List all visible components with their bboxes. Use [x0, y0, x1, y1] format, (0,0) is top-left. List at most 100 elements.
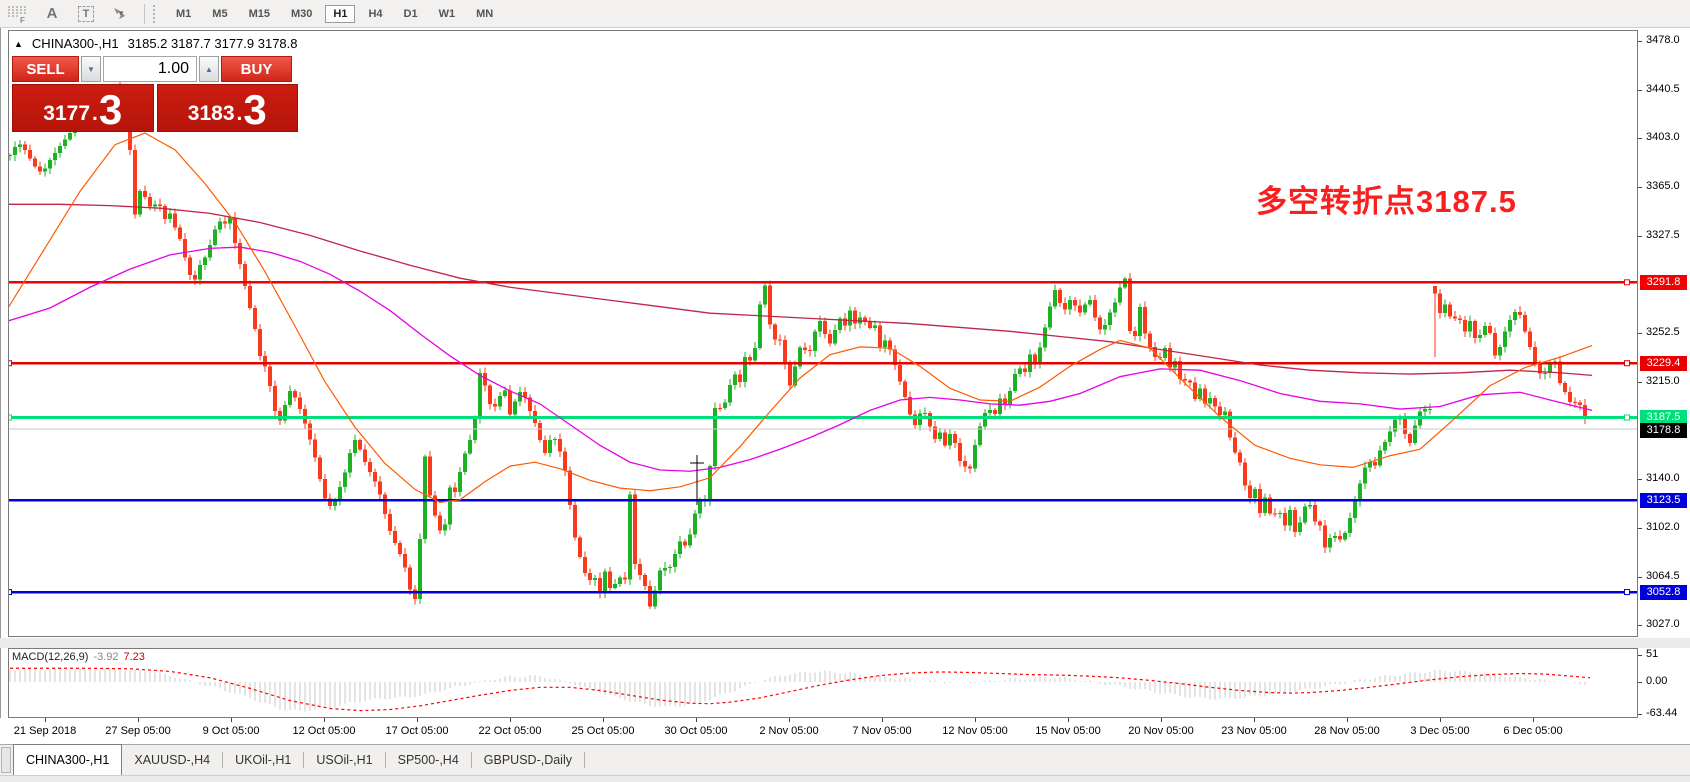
candle-body: [1118, 287, 1122, 302]
volume-decrement-button[interactable]: ▼: [81, 56, 101, 82]
timeframe-m15-button[interactable]: M15: [241, 5, 278, 23]
price-tick: [1638, 577, 1642, 578]
candle-body: [348, 453, 352, 472]
tab-gbpusd-daily[interactable]: GBPUSD-,Daily: [472, 745, 584, 775]
candle-body: [1453, 317, 1457, 319]
time-tick: [975, 718, 976, 722]
candle-body: [1463, 320, 1467, 332]
hline-handle[interactable]: [1625, 361, 1630, 366]
candle-body: [1288, 510, 1292, 525]
candle-body: [723, 403, 727, 409]
sell-button[interactable]: SELL: [12, 56, 79, 82]
buy-price-display[interactable]: 3183.3: [157, 84, 299, 132]
chart-ohlc-values: 3185.2 3187.7 3177.9 3178.8: [128, 36, 298, 51]
timeframe-m5-button[interactable]: M5: [204, 5, 235, 23]
hline-handle[interactable]: [1625, 590, 1630, 595]
collapse-triangle-icon[interactable]: ▲: [14, 39, 23, 49]
text-box-tool-icon[interactable]: T: [76, 3, 96, 25]
timeframe-m1-button[interactable]: M1: [168, 5, 199, 23]
timeframe-w1-button[interactable]: W1: [431, 5, 464, 23]
tab-china300-h1[interactable]: CHINA300-,H1: [13, 744, 122, 775]
price-tick: [1638, 236, 1642, 237]
candle-body: [648, 586, 652, 607]
candle-body: [1543, 373, 1547, 374]
candle-body: [1303, 506, 1307, 522]
timeframe-h4-button[interactable]: H4: [360, 5, 390, 23]
candle-body: [1143, 307, 1147, 333]
candle-body: [1023, 368, 1027, 371]
hline-handle[interactable]: [1625, 280, 1630, 285]
tab-ukoil-h1[interactable]: UKOil-,H1: [223, 745, 303, 775]
candle-body: [1513, 312, 1517, 320]
candle-body: [853, 311, 857, 324]
text-label-tool-icon[interactable]: A: [42, 3, 62, 25]
chart-tab-bar: CHINA300-,H1XAUUSD-,H4UKOil-,H1USOil-,H1…: [0, 744, 1690, 775]
macd-name: MACD(12,26,9): [12, 651, 88, 663]
time-tick-label: 3 Dec 05:00: [1410, 725, 1469, 737]
timeframe-d1-button[interactable]: D1: [396, 5, 426, 23]
time-tick: [1161, 718, 1162, 722]
pane-splitter[interactable]: [0, 638, 1690, 648]
candle-body: [268, 367, 272, 386]
candle-body: [498, 396, 502, 406]
fibonacci-tool-icon[interactable]: F: [8, 3, 28, 25]
time-tick-label: 28 Nov 05:00: [1314, 725, 1379, 737]
time-axis[interactable]: 21 Sep 201827 Sep 05:009 Oct 05:0012 Oct…: [0, 718, 1690, 744]
candle-body: [563, 451, 567, 470]
candle-body: [1073, 300, 1077, 305]
candle-body: [223, 222, 227, 224]
tab-usoil-h1[interactable]: USOil-,H1: [304, 745, 384, 775]
tab-xauusd-h4[interactable]: XAUUSD-,H4: [122, 745, 222, 775]
candle-body: [933, 426, 937, 439]
candle-body: [1568, 392, 1572, 402]
time-tick-label: 20 Nov 05:00: [1128, 725, 1193, 737]
candle-body: [1328, 538, 1332, 548]
arrows-tool-icon[interactable]: ▼: [110, 3, 130, 25]
time-tick: [510, 718, 511, 722]
tab-separator: [584, 752, 585, 768]
candle-body: [1508, 320, 1512, 332]
macd-indicator-pane[interactable]: [8, 648, 1638, 718]
candle-body: [173, 213, 177, 227]
sell-price-display[interactable]: 3177.3: [12, 84, 154, 132]
candle-body: [138, 191, 142, 215]
tab-sp500-h4[interactable]: SP500-,H4: [386, 745, 471, 775]
candle-body: [783, 340, 787, 364]
candle-body: [208, 245, 212, 258]
chart-text-annotation[interactable]: 多空转折点3187.5: [1256, 176, 1517, 221]
buy-button[interactable]: BUY: [221, 56, 292, 82]
hline-handle[interactable]: [1625, 415, 1630, 420]
candle-body: [473, 419, 477, 440]
candle-body: [913, 414, 917, 425]
candle-body: [578, 537, 582, 556]
price-tick: [1638, 528, 1642, 529]
candle-body: [513, 401, 517, 414]
candle-body: [1483, 326, 1487, 335]
price-axis[interactable]: 3478.03440.53403.03365.03327.53252.53215…: [1638, 28, 1690, 718]
volume-increment-button[interactable]: ▲: [199, 56, 219, 82]
timeframe-h1-button[interactable]: H1: [325, 5, 355, 23]
candle-body: [293, 391, 297, 397]
timeframe-mn-button[interactable]: MN: [468, 5, 501, 23]
candle-body: [1063, 303, 1067, 309]
candle-body: [1488, 326, 1492, 333]
time-tick-label: 17 Oct 05:00: [386, 725, 449, 737]
candle-body: [1563, 383, 1567, 392]
candle-body: [63, 140, 67, 146]
candle-body: [433, 495, 437, 515]
chart-symbol-period: CHINA300-,H1: [32, 36, 119, 51]
timeframe-m30-button[interactable]: M30: [283, 5, 320, 23]
macd-scale-tick: [1638, 682, 1642, 683]
price-badge-3229.4: 3229.4: [1640, 356, 1687, 371]
volume-input[interactable]: [103, 56, 197, 82]
candle-body: [623, 578, 627, 580]
candle-body: [988, 410, 992, 413]
toolbar-grip[interactable]: [153, 5, 160, 23]
price-tick-label: 3140.0: [1646, 472, 1680, 484]
trading-platform-window: F A T ▼ M1 M5 M15 M30 H1 H4 D1 W1MN ▲ CHINA300-…: [0, 0, 1690, 782]
candle-body: [458, 472, 462, 492]
drawing-tools-group: F A T ▼: [0, 3, 130, 25]
candle-body: [758, 305, 762, 348]
tab-scroll-stub[interactable]: [1, 747, 11, 773]
price-badge-3291.8: 3291.8: [1640, 275, 1687, 290]
